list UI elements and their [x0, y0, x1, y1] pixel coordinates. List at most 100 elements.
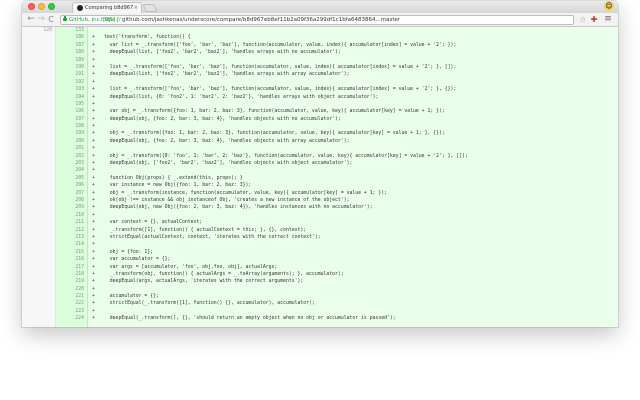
diff-added-marker: + [92, 316, 95, 322]
diff-line: 196 + var obj = _.transform({foo: 1, bar:… [22, 108, 618, 115]
lock-icon [63, 16, 67, 21]
new-line-number[interactable]: 220 [56, 286, 84, 293]
new-line-number[interactable]: 196 [56, 108, 84, 115]
code-text: obj = _.transform(instance, function(acc… [104, 190, 388, 196]
diff-added-marker: + [92, 242, 95, 248]
code-text: strictEqual(_.transform([1], function() … [104, 301, 315, 307]
tab-close-icon[interactable]: × [134, 3, 138, 13]
new-line-number[interactable]: 192 [56, 79, 84, 86]
diff-line: 195 + [22, 101, 618, 108]
new-line-number[interactable]: 215 [56, 249, 84, 256]
diff-added-marker: + [92, 131, 95, 137]
diff-added-marker: + [92, 212, 95, 218]
diff-added-marker: + [92, 138, 95, 144]
diff-line: 192 + [22, 79, 618, 86]
browser-tab[interactable]: Comparing b8d967eb8ef1... × [72, 2, 142, 13]
bookmark-star-icon[interactable]: ☆ [578, 14, 588, 25]
diff-added-marker: + [92, 220, 95, 226]
code-text: var context = {}, actualContext; [104, 220, 203, 226]
new-line-number[interactable]: 210 [56, 212, 84, 219]
new-line-number[interactable]: 212 [56, 227, 84, 234]
diff-lines: 128 133 186 + test('transform', function() {… [22, 27, 618, 323]
code-text: obj = {foo: 1}; [104, 249, 154, 255]
new-line-number[interactable]: 221 [56, 293, 84, 300]
reload-icon[interactable]: C [46, 14, 56, 25]
window-minimize-button[interactable] [38, 3, 45, 10]
window-close-button[interactable] [28, 3, 35, 10]
new-line-number[interactable]: 188 [56, 49, 84, 56]
new-line-number[interactable]: 203 [56, 160, 84, 167]
browser-window: Comparing b8d967eb8ef1... × ☺ ← → C GitH… [22, 1, 618, 327]
code-text: ok(obj !== instance && obj instanceof Ob… [104, 197, 350, 203]
new-line-number[interactable]: 200 [56, 138, 84, 145]
profile-emoji-icon[interactable]: ☺ [604, 1, 614, 11]
diff-added-marker: + [92, 308, 95, 314]
diff-added-marker: + [92, 197, 95, 203]
new-line-number[interactable]: 206 [56, 182, 84, 189]
diff-added-marker: + [92, 116, 95, 122]
new-line-number[interactable]: 199 [56, 130, 84, 137]
window-maximize-button[interactable] [48, 3, 55, 10]
diff-line: 221 + accumulator = {}; [22, 293, 618, 300]
diff-added-marker: + [92, 227, 95, 233]
diff-line: 209 + deepEqual(obj, new Obj({foo: 2, bar… [22, 204, 618, 211]
new-line-number[interactable]: 194 [56, 94, 84, 101]
diff-line: 206 + var instance = new Obj({foo: 1, bar… [22, 182, 618, 189]
new-line-number[interactable]: 223 [56, 308, 84, 315]
diff-line: 205 + function Obj(props) { _.extend(this… [22, 175, 618, 182]
new-line-number[interactable]: 186 [56, 34, 84, 41]
diff-line: 224 + deepEqual(_.transform(), {}, 'shoul… [22, 315, 618, 322]
diff-line: 200 + deepEqual(obj, {foo: 2, bar: 3, baz… [22, 138, 618, 145]
diff-line: 187 + var list = _.transform(['foo', 'bar… [22, 42, 618, 49]
diff-added-marker: + [92, 57, 95, 63]
diff-line: 188 + deepEqual(list, ['foo2', 'bar2', 'b… [22, 49, 618, 56]
new-line-number[interactable]: 133 [56, 27, 84, 34]
new-line-number[interactable]: 205 [56, 175, 84, 182]
diff-line: 189 + [22, 57, 618, 64]
new-line-number[interactable]: 201 [56, 145, 84, 152]
diff-line: 217 + var args = [accumulator, 'foo', obj… [22, 264, 618, 271]
new-line-number[interactable]: 209 [56, 204, 84, 211]
new-line-number[interactable]: 208 [56, 197, 84, 204]
new-line-number[interactable]: 191 [56, 71, 84, 78]
new-line-number[interactable]: 202 [56, 153, 84, 160]
new-line-number[interactable]: 216 [56, 256, 84, 263]
code-text: var obj = _.transform({foo: 1, bar: 2, b… [104, 109, 445, 115]
new-line-number[interactable]: 198 [56, 123, 84, 130]
new-tab-button[interactable] [142, 4, 158, 12]
diff-line: 197 + deepEqual(obj, {foo: 2, bar: 3, baz… [22, 116, 618, 123]
new-line-number[interactable]: 207 [56, 190, 84, 197]
new-line-number[interactable]: 193 [56, 86, 84, 93]
old-line-number[interactable]: 128 [22, 27, 52, 34]
back-arrow-icon[interactable]: ← [26, 14, 36, 25]
diff-added-marker: + [92, 35, 95, 41]
new-line-number[interactable]: 214 [56, 241, 84, 248]
code-text: var args = [accumulator, 'foo', obj.foo,… [104, 264, 278, 270]
new-line-number[interactable]: 217 [56, 264, 84, 271]
extension-icon[interactable]: ✚ [589, 14, 599, 25]
menu-icon[interactable]: ≡ [603, 14, 613, 25]
new-line-number[interactable]: 204 [56, 167, 84, 174]
new-line-number[interactable]: 195 [56, 101, 84, 108]
code-text: var list = _.transform(['foo', 'bar', 'b… [104, 42, 457, 48]
new-line-number[interactable]: 218 [56, 271, 84, 278]
new-line-number[interactable]: 190 [56, 64, 84, 71]
diff-line: 218 + _.transform(obj, function() { actua… [22, 271, 618, 278]
diff-line: 194 + deepEqual(list, {0: 'foo2', 1: 'bar… [22, 94, 618, 101]
diff-added-marker: + [92, 109, 95, 115]
address-bar[interactable]: GitHub, Inc. [US] https:// github.com/ja… [60, 15, 574, 25]
new-line-number[interactable]: 197 [56, 116, 84, 123]
code-text: obj = _.transform({0: 'foo', 1: 'bar', 2… [104, 153, 468, 159]
code-text: var instance = new Obj({foo: 1, bar: 2, … [104, 183, 252, 189]
code-text: function Obj(props) { _.extend(this, pro… [104, 175, 243, 181]
diff-line: 186 + test('transform', function() { [22, 34, 618, 41]
new-line-number[interactable]: 189 [56, 57, 84, 64]
new-line-number[interactable]: 187 [56, 42, 84, 49]
new-line-number[interactable]: 211 [56, 219, 84, 226]
new-line-number[interactable]: 219 [56, 278, 84, 285]
new-line-number[interactable]: 222 [56, 300, 84, 307]
new-line-number[interactable]: 224 [56, 315, 84, 322]
new-line-number[interactable]: 213 [56, 234, 84, 241]
code-text: var accumulator = {}; [104, 257, 171, 263]
forward-arrow-icon[interactable]: → [36, 14, 46, 25]
